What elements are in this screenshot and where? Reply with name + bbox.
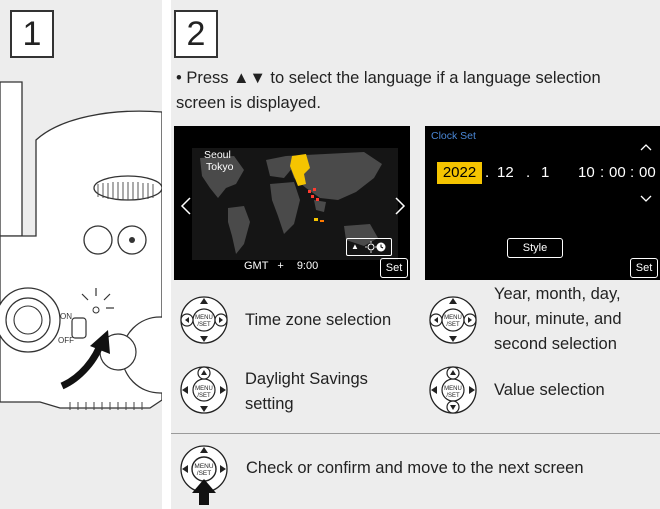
- step1-panel: 1 OFF ON: [0, 0, 162, 509]
- clock-set-screen: Clock Set 2022 . 12 . 1 10 : 00 : 00 Sty…: [425, 126, 660, 280]
- instruction-body: Press ▲▼ to select the language if a lan…: [176, 69, 601, 112]
- day-field[interactable]: 1: [541, 162, 549, 184]
- dst-label-1: Daylight Savings: [245, 370, 368, 388]
- set-text-icon-a: /SET: [197, 322, 211, 328]
- set-text-icon-b: /SET: [446, 322, 460, 328]
- minute-field[interactable]: 00: [609, 162, 626, 184]
- gmt-readout: GMT + 9:00: [244, 260, 318, 272]
- menu-text-icon-d: MENU: [444, 386, 462, 392]
- value-selection-label: Value selection: [494, 381, 605, 399]
- date-dot-1: .: [485, 164, 490, 181]
- date-time-label-2: hour, minute, and: [494, 310, 622, 328]
- step2-number: 2: [174, 10, 218, 58]
- map-left-arrow-icon[interactable]: [180, 197, 191, 215]
- clock-up-arrow-icon[interactable]: [639, 142, 653, 152]
- time-colon-2: :: [630, 164, 635, 181]
- set-text-icon-c: /SET: [197, 393, 211, 399]
- clock-set-button[interactable]: Set: [630, 258, 658, 278]
- time-zone-label: Time zone selection: [245, 311, 392, 329]
- dst-label-2: setting: [245, 395, 294, 413]
- dst-arrow-icon: ▲: [351, 242, 359, 251]
- confirm-label: Check or confirm and move to the next sc…: [246, 459, 584, 477]
- menu-set-press-icon: MENU /SET: [180, 445, 228, 505]
- time-zone-screen: Seoul Tokyo ▲ GMT + 9:00 Set: [174, 126, 410, 280]
- hour-field[interactable]: 10: [578, 162, 595, 184]
- cursor-left-right-icon: MENU /SET: [180, 296, 228, 344]
- date-time-label-1: Year, month, day,: [494, 285, 621, 303]
- time-colon-1: :: [600, 164, 605, 181]
- cursor-left-right-icon-2: MENU /SET: [429, 296, 477, 344]
- date-time-label-3: second selection: [494, 335, 617, 353]
- gmt-offset: 9:00: [296, 260, 319, 272]
- gmt-label: GMT: [244, 260, 269, 272]
- set-text-icon-d: /SET: [446, 393, 460, 399]
- cursor-up-icon: MENU /SET: [180, 366, 228, 414]
- menu-text-icon-a: MENU: [195, 315, 213, 321]
- map-set-button[interactable]: Set: [380, 258, 408, 278]
- month-field[interactable]: 12: [497, 162, 514, 184]
- year-field[interactable]: 2022: [437, 162, 482, 184]
- section-divider: [171, 433, 660, 434]
- instruction-text: • Press ▲▼ to select the language if a l…: [176, 66, 646, 116]
- power-off-label: OFF: [58, 336, 74, 345]
- style-button[interactable]: Style: [507, 238, 563, 258]
- city-2-label: Tokyo: [206, 161, 234, 173]
- date-dot-2: .: [526, 164, 531, 181]
- dst-indicator: ▲: [346, 238, 392, 256]
- city-1-label: Seoul: [204, 149, 231, 161]
- dst-sun-clock-icon: [365, 241, 386, 253]
- power-on-label: ON: [60, 312, 72, 321]
- set-text-icon-e: /SET: [197, 470, 211, 477]
- menu-text-icon-b: MENU: [444, 315, 462, 321]
- clock-title: Clock Set: [431, 130, 476, 142]
- menu-text-icon-e: MENU: [194, 463, 213, 470]
- clock-down-arrow-icon[interactable]: [639, 194, 653, 204]
- cursor-up-down-icon: MENU /SET: [429, 366, 477, 414]
- camera-illustration: [0, 81, 162, 410]
- second-field[interactable]: 00: [639, 162, 656, 184]
- menu-text-icon-c: MENU: [195, 386, 213, 392]
- gmt-sign: +: [277, 260, 284, 272]
- bullet-mark: •: [176, 69, 182, 87]
